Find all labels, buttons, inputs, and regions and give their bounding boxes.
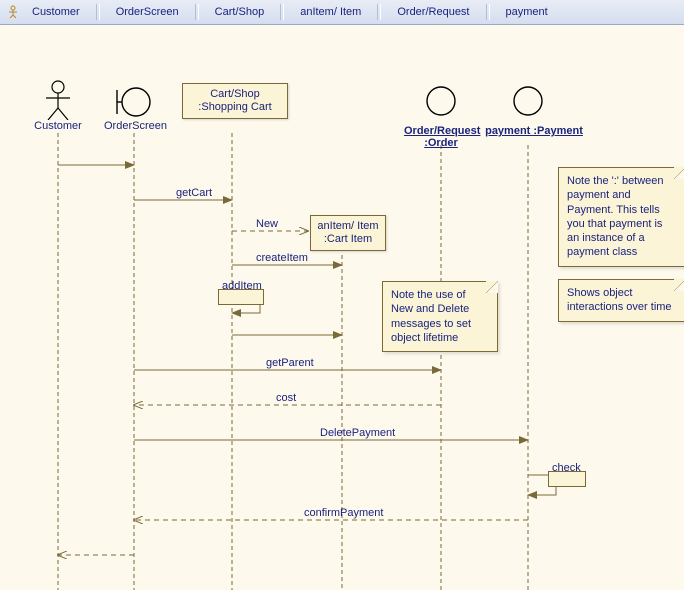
actor-customer-label: Customer (34, 120, 82, 132)
object-cartshop[interactable]: Cart/Shop :Shopping Cart (182, 83, 288, 119)
msg-deletePayment: DeletePayment (320, 427, 395, 439)
separator (195, 4, 199, 20)
toolbar-item-orderrequest[interactable]: Order/Request (385, 4, 481, 20)
msg-createItem: createItem (256, 252, 308, 264)
msg-confirmPayment: confirmPayment (304, 507, 383, 519)
boundary-orderscreen-icon[interactable] (114, 85, 154, 119)
separator (486, 4, 490, 20)
note-lifetime[interactable]: Note the use of New and Delete messages … (382, 281, 498, 352)
toolbar-item-customer[interactable]: Customer (20, 4, 92, 20)
toolbar-item-payment[interactable]: payment (494, 4, 560, 20)
object-payment-label: payment :Payment (484, 125, 584, 137)
note-instance[interactable]: Note the ':' between payment and Payment… (558, 167, 684, 267)
separator (96, 4, 100, 20)
object-orderrequest-label: Order/Request :Order (404, 125, 478, 149)
object-orderrequest-icon[interactable] (425, 85, 457, 117)
toolbar-item-orderscreen[interactable]: OrderScreen (104, 4, 191, 20)
separator (280, 4, 284, 20)
toolbar-item-cartshop[interactable]: Cart/Shop (203, 4, 277, 20)
diagram-canvas[interactable]: Customer OrderScreen Cart/Shop :Shopping… (0, 25, 684, 590)
boundary-orderscreen-label: OrderScreen (104, 120, 166, 132)
actor-icon (6, 5, 20, 19)
msg-getParent: getParent (266, 357, 314, 369)
toolbar: Customer OrderScreen Cart/Shop anItem/ I… (0, 0, 684, 25)
actor-customer-icon[interactable] (44, 80, 72, 120)
object-anitem[interactable]: anItem/ Item :Cart Item (310, 215, 386, 251)
note-interactions[interactable]: Shows object interactions over time (558, 279, 684, 322)
separator (377, 4, 381, 20)
self-box-check (548, 471, 586, 487)
self-box-additem (218, 289, 264, 305)
toolbar-item-anitem[interactable]: anItem/ Item (288, 4, 373, 20)
msg-cost: cost (276, 392, 296, 404)
msg-new: New (256, 218, 278, 230)
msg-getCart: getCart (176, 187, 212, 199)
object-payment-icon[interactable] (512, 85, 544, 117)
